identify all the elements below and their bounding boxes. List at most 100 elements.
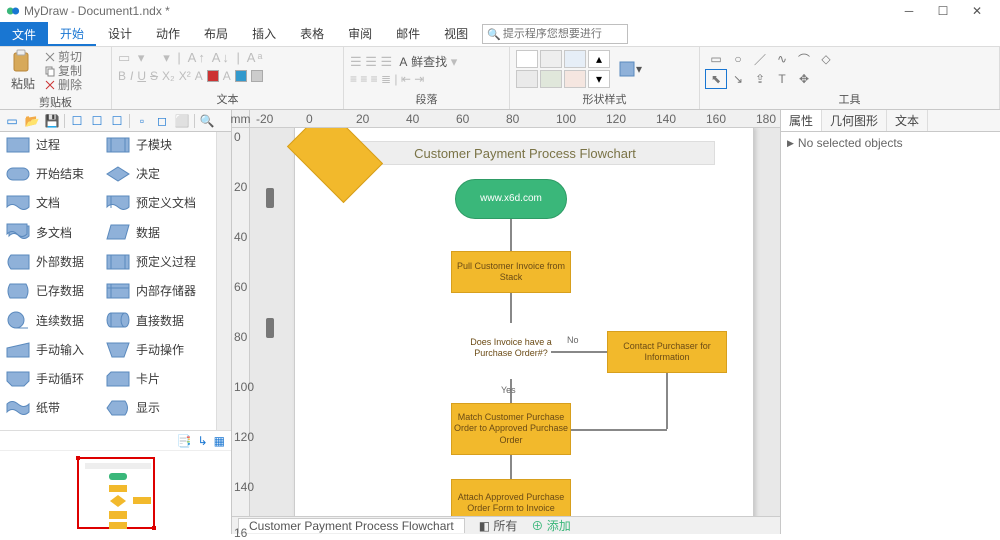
search-input[interactable] — [503, 28, 623, 40]
tab-mail[interactable]: 邮件 — [384, 22, 432, 46]
ruler-unit: mm — [232, 110, 250, 127]
shape-tape[interactable]: 纸带 — [6, 399, 106, 416]
shape-submodule[interactable]: 子模块 — [106, 136, 206, 153]
node-decision-label: Does Invoice have a Purchase Order#? — [453, 337, 569, 359]
tab-action[interactable]: 动作 — [144, 22, 192, 46]
shapes-view2-icon[interactable]: ☐ — [89, 113, 105, 129]
node-attach[interactable]: Attach Approved Purchase Order Form to I… — [451, 479, 571, 516]
shapes-new-icon[interactable]: ▭ — [4, 113, 20, 129]
shapes-size-large-icon[interactable]: ⬜ — [174, 113, 190, 129]
tab-table[interactable]: 表格 — [288, 22, 336, 46]
paragraph-label: 段落 — [344, 91, 509, 109]
minimize-button[interactable]: ─ — [892, 1, 926, 21]
cut-button[interactable]: 剪切 — [44, 50, 82, 64]
tab-layout[interactable]: 布局 — [192, 22, 240, 46]
shape-manual-loop[interactable]: 手动循环 — [6, 370, 106, 387]
app-icon — [6, 4, 20, 18]
shape-style-gallery[interactable]: ▴ ▾ — [516, 50, 610, 88]
shape-document[interactable]: 文档 — [6, 194, 106, 211]
node-start[interactable]: www.x6d.com — [455, 179, 567, 219]
shape-seqdata[interactable]: 连续数据 — [6, 311, 106, 329]
ribbon-group-clipboard: 粘贴 剪切 复制 删除 剪贴板 — [0, 47, 112, 109]
shapes-footer-bar: 📑 ↳ ▦ — [0, 430, 231, 450]
canvas[interactable]: Customer Payment Process Flowchart www.x… — [250, 128, 780, 516]
paste-button[interactable]: 粘贴 — [6, 49, 40, 92]
collapse-handle-top[interactable] — [266, 188, 274, 208]
ribbon-group-shapestyle: ▴ ▾ ▾ 形状样式 — [510, 47, 700, 109]
add-page-button[interactable]: ⊕ 添加 — [531, 517, 570, 534]
shapes-list: 过程子模块 开始结束决定 文档预定义文档 多文档数据 外部数据预定义过程 已存数… — [0, 132, 231, 430]
edge-yes: Yes — [501, 385, 516, 395]
tab-geometry[interactable]: 几何图形 — [822, 110, 887, 131]
shapes-view3-icon[interactable]: ☐ — [109, 113, 125, 129]
tab-review[interactable]: 审阅 — [336, 22, 384, 46]
file-tab[interactable]: 文件 — [0, 22, 48, 46]
properties-body: ▶No selected objects — [781, 132, 1000, 534]
tab-text[interactable]: 文本 — [887, 110, 928, 131]
search-icon: 🔍 — [487, 28, 501, 41]
tab-insert[interactable]: 插入 — [240, 22, 288, 46]
shape-display[interactable]: 显示 — [106, 399, 206, 416]
properties-tabs: 属性 几何图形 文本 — [781, 110, 1000, 132]
ribbon-group-paragraph: ☰ ☰ ☰ A 鲜查找 ▾ ≡ ≡ ≡ ≣ | ⇤ ⇥ 段落 — [344, 47, 510, 109]
page[interactable]: Customer Payment Process Flowchart www.x… — [294, 128, 754, 516]
lib-grid-icon[interactable]: ▦ — [214, 434, 225, 448]
font-tools-row2[interactable]: BIUSX₂X² A A — [118, 69, 263, 83]
main-area: ▭ 📂 💾 ☐ ☐ ☐ ▫ ◻ ⬜ 🔍 过程子模块 开始结束决定 文档预定义文档… — [0, 110, 1000, 534]
collapse-handle-bottom[interactable] — [266, 318, 274, 338]
shapes-save-icon[interactable]: 💾 — [44, 113, 60, 129]
shape-predef-doc[interactable]: 预定义文档 — [106, 194, 206, 211]
copy-button[interactable]: 复制 — [44, 64, 82, 78]
properties-panel: 属性 几何图形 文本 ▶No selected objects — [780, 110, 1000, 534]
shape-extdata[interactable]: 外部数据 — [6, 253, 106, 270]
ribbon-group-tools: ▭○／∿⌒◇ ⬉↘⇪T✥ 工具 — [700, 47, 1000, 109]
close-button[interactable]: ✕ — [960, 1, 994, 21]
menu-row: 文件 开始 设计 动作 布局 插入 表格 审阅 邮件 视图 🔍 — [0, 22, 1000, 46]
ruler-horizontal: mm -20 0 20 40 60 80 100 120 140 160 180 — [232, 110, 780, 128]
shape-multidoc[interactable]: 多文档 — [6, 223, 106, 241]
node-match[interactable]: Match Customer Purchase Order to Approve… — [451, 403, 571, 455]
shape-terminator[interactable]: 开始结束 — [6, 165, 106, 182]
shape-directdata[interactable]: 直接数据 — [106, 311, 206, 329]
shapes-toolbar: ▭ 📂 💾 ☐ ☐ ☐ ▫ ◻ ⬜ 🔍 — [0, 110, 231, 132]
paragraph-tools[interactable]: ☰ ☰ ☰ A 鲜查找 ▾ ≡ ≡ ≡ ≣ | ⇤ ⇥ — [350, 53, 457, 86]
text-label: 文本 — [112, 91, 343, 109]
status-bar: Customer Payment Process Flowchart ◧ 所有 … — [232, 516, 780, 534]
shapes-open-icon[interactable]: 📂 — [24, 113, 40, 129]
lib-icon[interactable]: 📑 — [177, 434, 192, 448]
lib-connector-icon[interactable]: ↳ — [198, 434, 208, 448]
chevron-right-icon[interactable]: ▶ — [787, 138, 794, 149]
page-thumbnail[interactable] — [0, 450, 231, 534]
shape-process[interactable]: 过程 — [6, 136, 106, 153]
shapes-view1-icon[interactable]: ☐ — [69, 113, 85, 129]
app-title: MyDraw - Document1.ndx * — [24, 4, 170, 18]
shapes-search-icon[interactable]: 🔍 — [199, 113, 215, 129]
shape-stored[interactable]: 已存数据 — [6, 282, 106, 299]
tab-start[interactable]: 开始 — [48, 22, 96, 46]
tell-me-search[interactable]: 🔍 — [482, 24, 628, 44]
delete-button[interactable]: 删除 — [44, 78, 82, 92]
tools-label: 工具 — [700, 91, 999, 109]
node-pull-invoice[interactable]: Pull Customer Invoice from Stack — [451, 251, 571, 293]
shape-card[interactable]: 卡片 — [106, 370, 206, 387]
shape-predef-proc[interactable]: 预定义过程 — [106, 253, 206, 270]
tab-design[interactable]: 设计 — [96, 22, 144, 46]
shape-style-dropdown[interactable]: ▾ — [618, 60, 642, 78]
node-contact[interactable]: Contact Purchaser for Information — [607, 331, 727, 373]
shapes-size-small-icon[interactable]: ▫ — [134, 113, 150, 129]
tab-view[interactable]: 视图 — [432, 22, 480, 46]
shape-data[interactable]: 数据 — [106, 223, 206, 241]
tools-grid[interactable]: ▭○／∿⌒◇ ⬉↘⇪T✥ — [706, 50, 836, 88]
shape-internal[interactable]: 内部存储器 — [106, 282, 206, 299]
shape-manual-input[interactable]: 手动输入 — [6, 341, 106, 358]
diagram-title[interactable]: Customer Payment Process Flowchart — [335, 141, 715, 165]
tab-properties[interactable]: 属性 — [781, 110, 822, 131]
shapes-size-med-icon[interactable]: ◻ — [154, 113, 170, 129]
page-tab[interactable]: Customer Payment Process Flowchart — [238, 518, 465, 533]
font-tools-row1[interactable]: ▭ ▾ ▾ | A↑ A↓ | Aᵃ — [118, 49, 264, 67]
shape-manual-op[interactable]: 手动操作 — [106, 341, 206, 358]
maximize-button[interactable]: ☐ — [926, 1, 960, 21]
ribbon-group-text: ▭ ▾ ▾ | A↑ A↓ | Aᵃ BIUSX₂X² A A 文本 — [112, 47, 344, 109]
shape-decision[interactable]: 决定 — [106, 165, 206, 182]
node-decision[interactable] — [287, 128, 383, 203]
